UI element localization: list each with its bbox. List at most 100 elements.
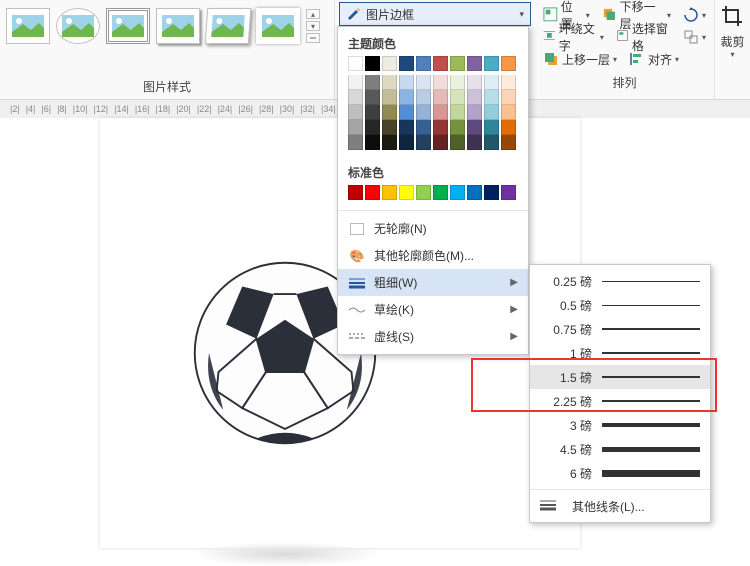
color-swatch[interactable] bbox=[348, 185, 363, 200]
weight-option[interactable]: 4.5 磅 bbox=[530, 437, 710, 461]
weight-option[interactable]: 0.75 磅 bbox=[530, 317, 710, 341]
color-swatch[interactable] bbox=[348, 120, 363, 135]
color-swatch[interactable] bbox=[484, 56, 499, 71]
more-outline-colors-item[interactable]: 🎨其他轮廓颜色(M)... bbox=[338, 242, 528, 269]
style-thumb[interactable] bbox=[256, 8, 300, 44]
color-swatch[interactable] bbox=[467, 90, 482, 105]
color-swatch[interactable] bbox=[484, 120, 499, 135]
color-swatch[interactable] bbox=[433, 120, 448, 135]
color-swatch[interactable] bbox=[501, 120, 516, 135]
color-swatch[interactable] bbox=[416, 135, 431, 150]
color-swatch[interactable] bbox=[382, 105, 397, 120]
color-swatch[interactable] bbox=[467, 105, 482, 120]
color-swatch[interactable] bbox=[467, 56, 482, 71]
color-swatch[interactable] bbox=[348, 56, 363, 71]
picture-border-button[interactable]: 图片边框 ▾ bbox=[339, 2, 531, 26]
color-swatch[interactable] bbox=[382, 120, 397, 135]
color-swatch[interactable] bbox=[365, 135, 380, 150]
color-swatch[interactable] bbox=[433, 135, 448, 150]
color-swatch[interactable] bbox=[450, 185, 465, 200]
weight-option[interactable]: 2.25 磅 bbox=[530, 389, 710, 413]
color-swatch[interactable] bbox=[416, 56, 431, 71]
gallery-spinner[interactable]: ▴▾＝ bbox=[306, 8, 320, 44]
color-swatch[interactable] bbox=[416, 185, 431, 200]
weight-option[interactable]: 1.5 磅 bbox=[530, 365, 710, 389]
color-swatch[interactable] bbox=[501, 56, 516, 71]
align-button[interactable]: 对齐▾ bbox=[625, 50, 683, 69]
no-outline-item[interactable]: 无轮廓(N) bbox=[338, 215, 528, 242]
color-swatch[interactable] bbox=[484, 90, 499, 105]
style-thumb[interactable] bbox=[6, 8, 50, 44]
weight-option[interactable]: 1 磅 bbox=[530, 341, 710, 365]
group-button[interactable]: ▾ bbox=[679, 28, 710, 46]
color-swatch[interactable] bbox=[399, 120, 414, 135]
color-swatch[interactable] bbox=[382, 185, 397, 200]
color-swatch[interactable] bbox=[467, 135, 482, 150]
color-swatch[interactable] bbox=[416, 90, 431, 105]
weight-submenu-item[interactable]: 粗细(W)▶ bbox=[338, 269, 528, 296]
color-swatch[interactable] bbox=[467, 185, 482, 200]
sketched-submenu-item[interactable]: 草绘(K)▶ bbox=[338, 296, 528, 323]
color-swatch[interactable] bbox=[450, 135, 465, 150]
color-swatch[interactable] bbox=[399, 185, 414, 200]
color-swatch[interactable] bbox=[484, 185, 499, 200]
color-swatch[interactable] bbox=[450, 56, 465, 71]
color-swatch[interactable] bbox=[501, 105, 516, 120]
color-swatch[interactable] bbox=[450, 105, 465, 120]
color-swatch[interactable] bbox=[433, 185, 448, 200]
color-swatch[interactable] bbox=[416, 105, 431, 120]
color-swatch[interactable] bbox=[399, 105, 414, 120]
weight-option[interactable]: 0.5 磅 bbox=[530, 293, 710, 317]
color-swatch[interactable] bbox=[501, 185, 516, 200]
color-swatch[interactable] bbox=[501, 75, 516, 90]
style-thumb[interactable] bbox=[205, 8, 252, 44]
weight-option[interactable]: 3 磅 bbox=[530, 413, 710, 437]
dashes-submenu-item[interactable]: 虚线(S)▶ bbox=[338, 323, 528, 350]
rotate-button[interactable]: ▾ bbox=[679, 6, 710, 24]
color-swatch[interactable] bbox=[348, 135, 363, 150]
color-swatch[interactable] bbox=[348, 90, 363, 105]
weight-option[interactable]: 0.25 磅 bbox=[530, 269, 710, 293]
color-swatch[interactable] bbox=[501, 90, 516, 105]
color-swatch[interactable] bbox=[399, 56, 414, 71]
style-thumb[interactable] bbox=[156, 8, 200, 44]
color-swatch[interactable] bbox=[399, 90, 414, 105]
color-swatch[interactable] bbox=[484, 105, 499, 120]
picture-styles-gallery[interactable]: ▴▾＝ bbox=[0, 0, 334, 44]
more-lines-item[interactable]: 其他线条(L)... bbox=[530, 494, 710, 518]
color-swatch[interactable] bbox=[450, 120, 465, 135]
bring-forward-button[interactable]: 上移一层▾ bbox=[539, 50, 621, 69]
color-swatch[interactable] bbox=[416, 75, 431, 90]
color-swatch[interactable] bbox=[382, 75, 397, 90]
color-swatch[interactable] bbox=[348, 75, 363, 90]
color-swatch[interactable] bbox=[484, 135, 499, 150]
color-swatch[interactable] bbox=[365, 105, 380, 120]
color-swatch[interactable] bbox=[399, 75, 414, 90]
color-swatch[interactable] bbox=[365, 120, 380, 135]
crop-group: 裁剪 ▾ bbox=[714, 0, 750, 99]
style-thumb[interactable] bbox=[106, 8, 150, 44]
color-swatch[interactable] bbox=[382, 90, 397, 105]
color-swatch[interactable] bbox=[416, 120, 431, 135]
color-swatch[interactable] bbox=[399, 135, 414, 150]
color-swatch[interactable] bbox=[348, 105, 363, 120]
color-swatch[interactable] bbox=[365, 185, 380, 200]
color-swatch[interactable] bbox=[382, 56, 397, 71]
crop-button[interactable]: 裁剪 ▾ bbox=[720, 4, 744, 59]
color-swatch[interactable] bbox=[450, 90, 465, 105]
color-swatch[interactable] bbox=[365, 56, 380, 71]
color-swatch[interactable] bbox=[501, 135, 516, 150]
style-thumb[interactable] bbox=[56, 8, 100, 44]
color-swatch[interactable] bbox=[450, 75, 465, 90]
color-swatch[interactable] bbox=[433, 90, 448, 105]
weight-option[interactable]: 6 磅 bbox=[530, 461, 710, 485]
color-swatch[interactable] bbox=[365, 90, 380, 105]
color-swatch[interactable] bbox=[365, 75, 380, 90]
color-swatch[interactable] bbox=[467, 75, 482, 90]
color-swatch[interactable] bbox=[467, 120, 482, 135]
color-swatch[interactable] bbox=[433, 105, 448, 120]
color-swatch[interactable] bbox=[484, 75, 499, 90]
color-swatch[interactable] bbox=[382, 135, 397, 150]
color-swatch[interactable] bbox=[433, 75, 448, 90]
color-swatch[interactable] bbox=[433, 56, 448, 71]
